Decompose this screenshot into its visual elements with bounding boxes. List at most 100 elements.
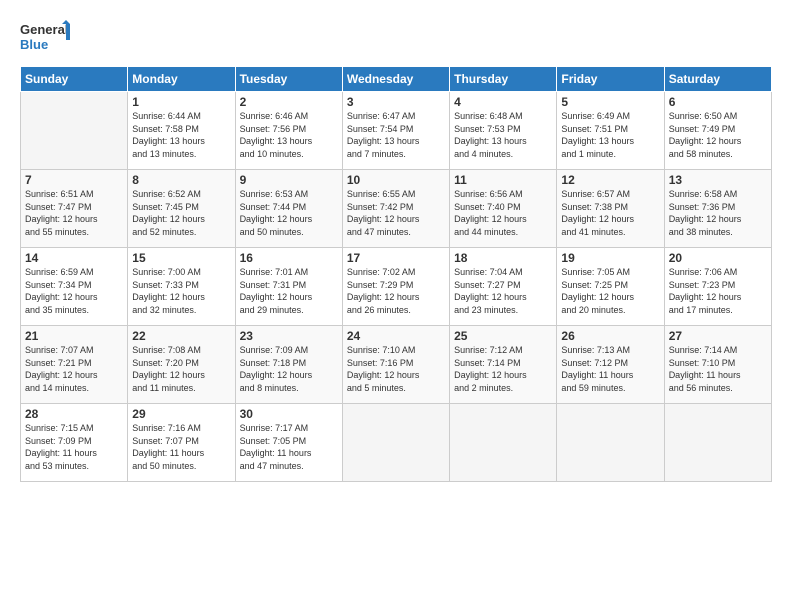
day-info: Sunrise: 7:13 AM Sunset: 7:12 PM Dayligh…	[561, 344, 659, 394]
logo-svg: General Blue	[20, 18, 75, 56]
day-number: 8	[132, 173, 230, 187]
calendar-cell: 17Sunrise: 7:02 AM Sunset: 7:29 PM Dayli…	[342, 248, 449, 326]
day-number: 15	[132, 251, 230, 265]
day-number: 6	[669, 95, 767, 109]
day-number: 28	[25, 407, 123, 421]
day-number: 1	[132, 95, 230, 109]
calendar-cell: 27Sunrise: 7:14 AM Sunset: 7:10 PM Dayli…	[664, 326, 771, 404]
day-info: Sunrise: 7:10 AM Sunset: 7:16 PM Dayligh…	[347, 344, 445, 394]
calendar-cell: 10Sunrise: 6:55 AM Sunset: 7:42 PM Dayli…	[342, 170, 449, 248]
day-info: Sunrise: 7:04 AM Sunset: 7:27 PM Dayligh…	[454, 266, 552, 316]
day-info: Sunrise: 7:02 AM Sunset: 7:29 PM Dayligh…	[347, 266, 445, 316]
calendar-cell: 13Sunrise: 6:58 AM Sunset: 7:36 PM Dayli…	[664, 170, 771, 248]
day-number: 22	[132, 329, 230, 343]
week-row-3: 14Sunrise: 6:59 AM Sunset: 7:34 PM Dayli…	[21, 248, 772, 326]
calendar-cell: 16Sunrise: 7:01 AM Sunset: 7:31 PM Dayli…	[235, 248, 342, 326]
calendar-cell: 8Sunrise: 6:52 AM Sunset: 7:45 PM Daylig…	[128, 170, 235, 248]
week-row-5: 28Sunrise: 7:15 AM Sunset: 7:09 PM Dayli…	[21, 404, 772, 482]
day-info: Sunrise: 6:52 AM Sunset: 7:45 PM Dayligh…	[132, 188, 230, 238]
calendar-cell: 24Sunrise: 7:10 AM Sunset: 7:16 PM Dayli…	[342, 326, 449, 404]
day-number: 13	[669, 173, 767, 187]
week-row-2: 7Sunrise: 6:51 AM Sunset: 7:47 PM Daylig…	[21, 170, 772, 248]
header-sunday: Sunday	[21, 67, 128, 92]
day-number: 9	[240, 173, 338, 187]
header-friday: Friday	[557, 67, 664, 92]
day-info: Sunrise: 7:00 AM Sunset: 7:33 PM Dayligh…	[132, 266, 230, 316]
day-info: Sunrise: 6:49 AM Sunset: 7:51 PM Dayligh…	[561, 110, 659, 160]
svg-text:General: General	[20, 22, 68, 37]
day-info: Sunrise: 6:46 AM Sunset: 7:56 PM Dayligh…	[240, 110, 338, 160]
day-number: 25	[454, 329, 552, 343]
day-number: 5	[561, 95, 659, 109]
day-number: 29	[132, 407, 230, 421]
calendar-cell: 11Sunrise: 6:56 AM Sunset: 7:40 PM Dayli…	[450, 170, 557, 248]
calendar-cell: 28Sunrise: 7:15 AM Sunset: 7:09 PM Dayli…	[21, 404, 128, 482]
calendar-cell	[342, 404, 449, 482]
day-info: Sunrise: 6:56 AM Sunset: 7:40 PM Dayligh…	[454, 188, 552, 238]
day-info: Sunrise: 6:59 AM Sunset: 7:34 PM Dayligh…	[25, 266, 123, 316]
calendar-cell: 15Sunrise: 7:00 AM Sunset: 7:33 PM Dayli…	[128, 248, 235, 326]
day-info: Sunrise: 7:07 AM Sunset: 7:21 PM Dayligh…	[25, 344, 123, 394]
day-info: Sunrise: 7:01 AM Sunset: 7:31 PM Dayligh…	[240, 266, 338, 316]
header-saturday: Saturday	[664, 67, 771, 92]
day-number: 3	[347, 95, 445, 109]
calendar-cell: 21Sunrise: 7:07 AM Sunset: 7:21 PM Dayli…	[21, 326, 128, 404]
day-number: 30	[240, 407, 338, 421]
day-number: 4	[454, 95, 552, 109]
day-number: 26	[561, 329, 659, 343]
calendar-cell: 25Sunrise: 7:12 AM Sunset: 7:14 PM Dayli…	[450, 326, 557, 404]
day-number: 7	[25, 173, 123, 187]
day-info: Sunrise: 7:12 AM Sunset: 7:14 PM Dayligh…	[454, 344, 552, 394]
day-info: Sunrise: 6:44 AM Sunset: 7:58 PM Dayligh…	[132, 110, 230, 160]
day-info: Sunrise: 6:55 AM Sunset: 7:42 PM Dayligh…	[347, 188, 445, 238]
header-thursday: Thursday	[450, 67, 557, 92]
calendar-cell: 14Sunrise: 6:59 AM Sunset: 7:34 PM Dayli…	[21, 248, 128, 326]
day-number: 17	[347, 251, 445, 265]
day-info: Sunrise: 7:05 AM Sunset: 7:25 PM Dayligh…	[561, 266, 659, 316]
day-number: 19	[561, 251, 659, 265]
calendar-cell: 3Sunrise: 6:47 AM Sunset: 7:54 PM Daylig…	[342, 92, 449, 170]
calendar-cell: 23Sunrise: 7:09 AM Sunset: 7:18 PM Dayli…	[235, 326, 342, 404]
day-info: Sunrise: 7:08 AM Sunset: 7:20 PM Dayligh…	[132, 344, 230, 394]
calendar-cell: 12Sunrise: 6:57 AM Sunset: 7:38 PM Dayli…	[557, 170, 664, 248]
day-info: Sunrise: 6:47 AM Sunset: 7:54 PM Dayligh…	[347, 110, 445, 160]
day-info: Sunrise: 7:17 AM Sunset: 7:05 PM Dayligh…	[240, 422, 338, 472]
day-info: Sunrise: 7:16 AM Sunset: 7:07 PM Dayligh…	[132, 422, 230, 472]
header-wednesday: Wednesday	[342, 67, 449, 92]
calendar-cell: 20Sunrise: 7:06 AM Sunset: 7:23 PM Dayli…	[664, 248, 771, 326]
calendar-cell	[21, 92, 128, 170]
day-number: 21	[25, 329, 123, 343]
day-number: 11	[454, 173, 552, 187]
svg-text:Blue: Blue	[20, 37, 48, 52]
day-info: Sunrise: 7:09 AM Sunset: 7:18 PM Dayligh…	[240, 344, 338, 394]
calendar-cell: 9Sunrise: 6:53 AM Sunset: 7:44 PM Daylig…	[235, 170, 342, 248]
day-number: 23	[240, 329, 338, 343]
calendar-cell: 22Sunrise: 7:08 AM Sunset: 7:20 PM Dayli…	[128, 326, 235, 404]
day-info: Sunrise: 6:57 AM Sunset: 7:38 PM Dayligh…	[561, 188, 659, 238]
calendar-cell	[450, 404, 557, 482]
calendar-cell: 5Sunrise: 6:49 AM Sunset: 7:51 PM Daylig…	[557, 92, 664, 170]
calendar-cell: 29Sunrise: 7:16 AM Sunset: 7:07 PM Dayli…	[128, 404, 235, 482]
day-info: Sunrise: 7:15 AM Sunset: 7:09 PM Dayligh…	[25, 422, 123, 472]
calendar-cell	[664, 404, 771, 482]
calendar-cell: 19Sunrise: 7:05 AM Sunset: 7:25 PM Dayli…	[557, 248, 664, 326]
day-number: 24	[347, 329, 445, 343]
calendar-cell: 1Sunrise: 6:44 AM Sunset: 7:58 PM Daylig…	[128, 92, 235, 170]
day-info: Sunrise: 6:53 AM Sunset: 7:44 PM Dayligh…	[240, 188, 338, 238]
header-monday: Monday	[128, 67, 235, 92]
day-number: 20	[669, 251, 767, 265]
day-info: Sunrise: 7:14 AM Sunset: 7:10 PM Dayligh…	[669, 344, 767, 394]
day-number: 10	[347, 173, 445, 187]
day-number: 14	[25, 251, 123, 265]
calendar-cell: 2Sunrise: 6:46 AM Sunset: 7:56 PM Daylig…	[235, 92, 342, 170]
day-info: Sunrise: 6:51 AM Sunset: 7:47 PM Dayligh…	[25, 188, 123, 238]
calendar-table: SundayMondayTuesdayWednesdayThursdayFrid…	[20, 66, 772, 482]
calendar-cell: 26Sunrise: 7:13 AM Sunset: 7:12 PM Dayli…	[557, 326, 664, 404]
calendar-cell: 4Sunrise: 6:48 AM Sunset: 7:53 PM Daylig…	[450, 92, 557, 170]
day-number: 27	[669, 329, 767, 343]
day-number: 2	[240, 95, 338, 109]
week-row-1: 1Sunrise: 6:44 AM Sunset: 7:58 PM Daylig…	[21, 92, 772, 170]
logo: General Blue	[20, 18, 75, 56]
page-header: General Blue	[20, 18, 772, 56]
day-info: Sunrise: 6:48 AM Sunset: 7:53 PM Dayligh…	[454, 110, 552, 160]
